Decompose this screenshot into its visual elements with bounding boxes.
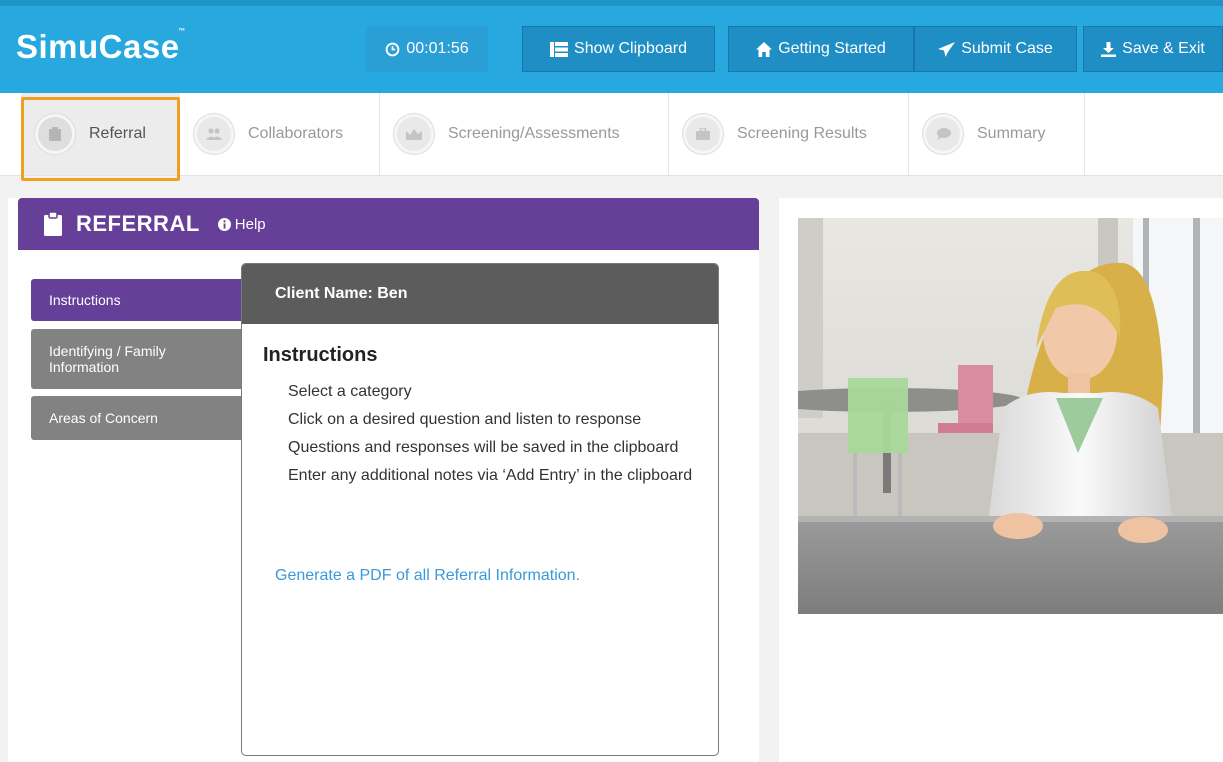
instructions-list: Select a category Click on a desired que… <box>288 384 708 496</box>
instruction-item: Click on a desired question and listen t… <box>288 411 642 428</box>
chart-icon <box>394 114 434 154</box>
video-panel <box>779 198 1223 762</box>
instruction-item: Questions and responses will be saved in… <box>288 439 679 456</box>
save-exit-label: Save & Exit <box>1122 40 1205 57</box>
clock-icon <box>386 42 400 56</box>
step-summary[interactable]: Summary <box>909 93 1085 175</box>
simucase-logo: SimuCase ™ <box>16 28 186 65</box>
referral-panel: REFERRAL Help Instructions Identifying /… <box>8 198 759 762</box>
client-video[interactable] <box>798 218 1223 614</box>
instructions-title: Instructions <box>263 344 378 366</box>
tab-label: Identifying / Family Information <box>49 343 166 375</box>
help-label: Help <box>234 215 266 233</box>
step-label: Screening/Assessments <box>448 125 620 142</box>
step-label: Summary <box>977 125 1046 142</box>
step-collaborators[interactable]: Collaborators <box>180 93 380 175</box>
submit-case-label: Submit Case <box>961 40 1053 57</box>
timer-display: 00:01:56 <box>366 26 488 72</box>
send-icon <box>938 41 956 57</box>
panel-header: REFERRAL Help <box>18 198 759 250</box>
people-icon <box>194 114 234 154</box>
save-exit-button[interactable]: Save & Exit <box>1083 26 1223 72</box>
help-link[interactable]: Help <box>217 215 266 233</box>
instruction-item: Select a category <box>288 383 412 400</box>
clipboard-list-icon <box>550 41 569 57</box>
tab-label: Instructions <box>49 292 121 308</box>
generate-pdf-link[interactable]: Generate a PDF of all Referral Informati… <box>275 567 580 585</box>
instruction-item: Enter any additional notes via ‘Add Entr… <box>288 467 693 484</box>
tab-areas-of-concern[interactable]: Areas of Concern <box>31 396 261 440</box>
step-label: Collaborators <box>248 125 344 142</box>
submit-case-button[interactable]: Submit Case <box>914 26 1077 72</box>
tab-label: Areas of Concern <box>49 410 158 426</box>
getting-started-label: Getting Started <box>778 40 886 57</box>
download-icon <box>1101 41 1117 57</box>
info-icon <box>217 217 231 231</box>
tab-instructions[interactable]: Instructions <box>31 279 261 321</box>
client-name: Client Name: Ben <box>275 285 408 302</box>
briefcase-icon <box>683 114 723 154</box>
show-clipboard-label: Show Clipboard <box>574 40 687 57</box>
instructions-card: Client Name: Ben Instructions Select a c… <box>241 263 719 756</box>
step-label: Screening Results <box>737 125 867 142</box>
step-referral[interactable]: Referral <box>21 93 180 175</box>
step-label: Referral <box>89 125 146 142</box>
chat-icon <box>923 114 963 154</box>
top-bar: SimuCase ™ 00:01:56 Show Clipboard Gettin… <box>0 0 1223 93</box>
clipboard-icon <box>35 114 75 154</box>
step-screening-results[interactable]: Screening Results <box>669 93 909 175</box>
top-strip <box>0 0 1223 6</box>
step-screening-assessments[interactable]: Screening/Assessments <box>380 93 669 175</box>
client-name-header: Client Name: Ben <box>242 264 718 324</box>
tab-identifying-family-information[interactable]: Identifying / Family Information <box>31 329 261 389</box>
panel-title: REFERRAL <box>76 211 200 236</box>
getting-started-button[interactable]: Getting Started <box>728 26 914 72</box>
show-clipboard-button[interactable]: Show Clipboard <box>522 26 715 72</box>
clipboard-icon <box>44 212 62 236</box>
step-navigation: Referral Collaborators Screening/Assessm… <box>0 93 1223 176</box>
client-avatar-scene <box>798 218 1223 614</box>
home-icon <box>756 41 773 57</box>
timer-value: 00:01:56 <box>406 40 469 57</box>
